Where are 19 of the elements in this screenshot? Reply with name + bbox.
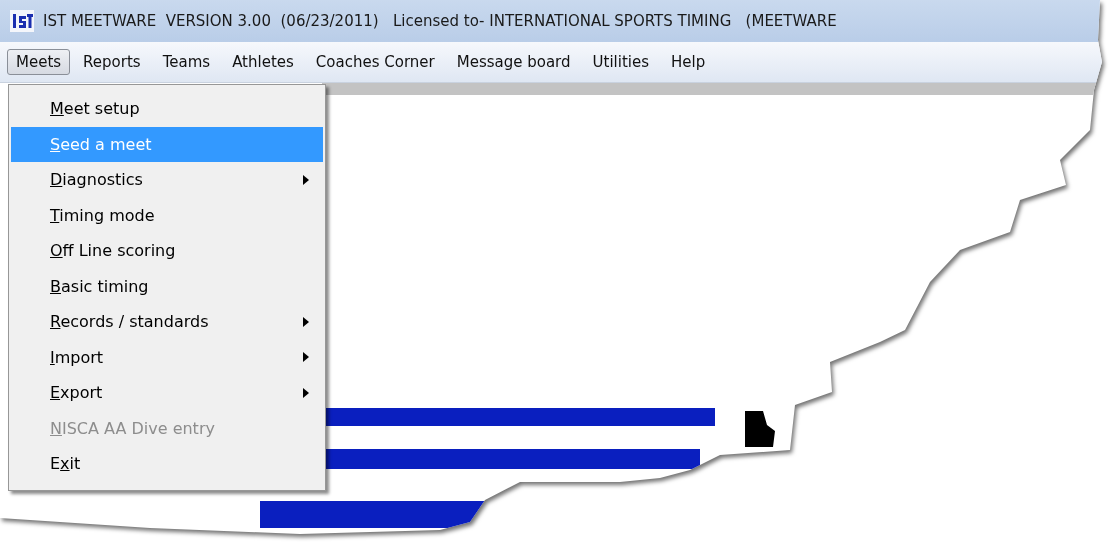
menu-bar-item[interactable]: Meets: [7, 49, 71, 75]
menu-bar-item[interactable]: Athletes: [223, 49, 303, 75]
menu-bar-item[interactable]: Help: [662, 49, 715, 75]
menu-item[interactable]: Exit: [11, 446, 323, 482]
menu-item[interactable]: Meet setup: [11, 91, 323, 127]
menu-bar-item[interactable]: Utilities: [583, 49, 658, 75]
window-title: IST MEETWARE VERSION 3.00 (06/23/2011) Licensed to- INTERNATIONAL SPORTS TIMING (MEETWARE: [43, 12, 837, 30]
menu-item[interactable]: Records / standards: [11, 304, 323, 340]
app-logo-icon: [10, 10, 34, 32]
menu-item[interactable]: Export: [11, 375, 323, 411]
menu-bar-item[interactable]: Message board: [447, 49, 580, 75]
menu-item[interactable]: Import: [11, 339, 323, 375]
menu-item[interactable]: Off Line scoring: [11, 233, 323, 269]
menu-item[interactable]: Timing mode: [11, 197, 323, 233]
menu-item[interactable]: Diagnostics: [11, 162, 323, 198]
menu-bar-item[interactable]: Reports: [74, 49, 150, 75]
menu-item[interactable]: Basic timing: [11, 268, 323, 304]
menu-bar-item[interactable]: Teams: [153, 49, 220, 75]
menu-bar-item[interactable]: Coaches Corner: [306, 49, 444, 75]
